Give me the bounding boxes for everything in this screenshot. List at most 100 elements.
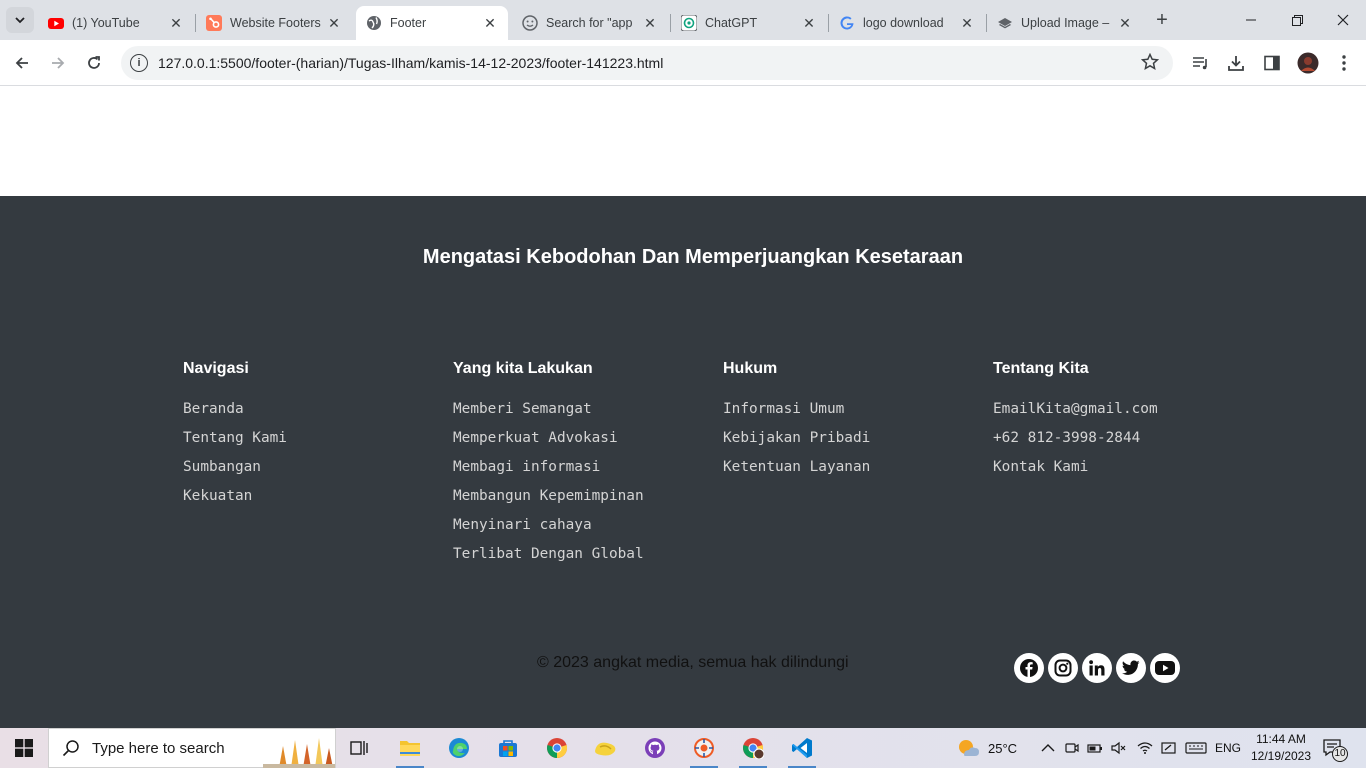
start-button[interactable] bbox=[0, 728, 48, 768]
footer-link-membangun-kepemimpinan[interactable]: Membangun Kepemimpinan bbox=[453, 487, 713, 516]
vscode-app[interactable] bbox=[778, 728, 826, 768]
new-tab-button[interactable]: + bbox=[1150, 8, 1174, 32]
forward-button[interactable] bbox=[44, 49, 72, 77]
tab-title: Search for "app bbox=[546, 16, 633, 30]
wifi-icon[interactable] bbox=[1137, 741, 1153, 755]
hubspot-icon bbox=[206, 15, 222, 31]
clock-date: 12/19/2023 bbox=[1250, 749, 1312, 763]
twitter-link[interactable] bbox=[1116, 653, 1146, 683]
store-icon bbox=[499, 740, 517, 757]
postman-app[interactable] bbox=[680, 728, 728, 768]
search-highlight-icon bbox=[263, 738, 335, 768]
site-info-icon[interactable]: i bbox=[130, 54, 148, 72]
tab-youtube[interactable]: (1) YouTube ✕ bbox=[38, 6, 194, 40]
edge-app[interactable] bbox=[435, 728, 483, 768]
footer-link-menyinari-cahaya[interactable]: Menyinari cahaya bbox=[453, 516, 713, 545]
footer-link-kekuatan[interactable]: Kekuatan bbox=[183, 487, 443, 516]
footer-link-list: Informasi Umum Kebijakan Pribadi Ketentu… bbox=[723, 400, 983, 487]
taskbar-search[interactable]: Type here to search bbox=[48, 728, 336, 768]
footer-column-yang-kita-lakukan: Yang kita Lakukan Memberi Semangat Mempe… bbox=[453, 360, 713, 574]
close-icon[interactable]: ✕ bbox=[959, 15, 975, 32]
tab-chatgpt[interactable]: ChatGPT ✕ bbox=[671, 6, 827, 40]
pen-workspace-icon[interactable] bbox=[1161, 741, 1177, 755]
footer-link-memberi-semangat[interactable]: Memberi Semangat bbox=[453, 400, 713, 429]
downloads-button[interactable] bbox=[1225, 52, 1247, 74]
footer-link-kebijakan-pribadi[interactable]: Kebijakan Pribadi bbox=[723, 429, 983, 458]
folder-icon bbox=[400, 741, 420, 756]
meet-now-icon[interactable] bbox=[1065, 740, 1079, 756]
instagram-link[interactable] bbox=[1048, 653, 1078, 683]
tab-title: Upload Image – bbox=[1021, 16, 1110, 30]
microsoft-store-app[interactable] bbox=[484, 728, 532, 768]
task-view-icon bbox=[350, 741, 368, 755]
column-title: Navigasi bbox=[183, 360, 249, 377]
back-button[interactable] bbox=[8, 49, 36, 77]
minimize-button[interactable] bbox=[1228, 0, 1274, 40]
column-title: Yang kita Lakukan bbox=[453, 360, 593, 377]
facebook-link[interactable] bbox=[1014, 653, 1044, 683]
footer-link-sumbangan[interactable]: Sumbangan bbox=[183, 458, 443, 487]
twitter-icon bbox=[1122, 660, 1140, 675]
close-icon[interactable]: ✕ bbox=[168, 15, 184, 32]
battery-icon[interactable] bbox=[1087, 741, 1103, 755]
reload-icon bbox=[88, 56, 100, 69]
tab-title: Website Footers bbox=[230, 16, 321, 30]
chrome-menu-button[interactable] bbox=[1333, 52, 1355, 74]
linkedin-link[interactable] bbox=[1082, 653, 1112, 683]
weather-widget[interactable]: 25°C bbox=[956, 728, 1017, 768]
footer-link-list: EmailKita@gmail.com +62 812-3998-2844 Ko… bbox=[993, 400, 1253, 487]
youtube-link[interactable] bbox=[1150, 653, 1180, 683]
footer-link-kontak-kami[interactable]: Kontak Kami bbox=[993, 458, 1253, 487]
chrome-window-app[interactable] bbox=[729, 728, 777, 768]
volume-muted-icon[interactable] bbox=[1111, 741, 1127, 755]
footer-link-ketentuan-layanan[interactable]: Ketentuan Layanan bbox=[723, 458, 983, 487]
notification-count-badge: 10 bbox=[1332, 746, 1348, 762]
profile-avatar[interactable] bbox=[1297, 52, 1319, 74]
close-icon[interactable]: ✕ bbox=[482, 15, 498, 32]
notification-center-button[interactable]: 10 bbox=[1322, 728, 1348, 768]
footer-link-phone[interactable]: +62 812-3998-2844 bbox=[993, 429, 1253, 458]
tab-upload-image[interactable]: Upload Image – ✕ bbox=[987, 6, 1143, 40]
bookmark-star-icon[interactable] bbox=[1141, 53, 1159, 71]
footer-link-terlibat-dengan-global[interactable]: Terlibat Dengan Global bbox=[453, 545, 713, 574]
playlist-icon bbox=[1193, 57, 1207, 70]
footer-link-tentang-kami[interactable]: Tentang Kami bbox=[183, 429, 443, 458]
chevron-up-icon[interactable] bbox=[1041, 743, 1055, 753]
close-icon[interactable]: ✕ bbox=[801, 15, 817, 32]
input-language[interactable]: ENG bbox=[1215, 741, 1241, 755]
tab-search-app[interactable]: Search for "app ✕ bbox=[512, 6, 668, 40]
reload-button[interactable] bbox=[80, 49, 108, 77]
tab-logo-download[interactable]: logo download ✕ bbox=[829, 6, 985, 40]
footer-link-beranda[interactable]: Beranda bbox=[183, 400, 443, 429]
address-bar[interactable]: i 127.0.0.1:5500/footer-(harian)/Tugas-I… bbox=[121, 46, 1173, 80]
footer-column-hukum: Hukum Informasi Umum Kebijakan Pribadi K… bbox=[723, 360, 983, 487]
system-clock[interactable]: 11:44 AM 12/19/2023 bbox=[1246, 731, 1316, 765]
close-icon[interactable]: ✕ bbox=[642, 15, 658, 32]
arrow-right-icon bbox=[52, 57, 65, 69]
restore-button[interactable] bbox=[1274, 0, 1320, 40]
minimize-icon bbox=[1246, 19, 1256, 21]
close-icon[interactable]: ✕ bbox=[326, 15, 342, 32]
tab-footer[interactable]: Footer ✕ bbox=[356, 6, 508, 40]
footer-link-memperkuat-advokasi[interactable]: Memperkuat Advokasi bbox=[453, 429, 713, 458]
tab-website-footers[interactable]: Website Footers ✕ bbox=[196, 6, 352, 40]
close-icon[interactable]: ✕ bbox=[1117, 15, 1133, 32]
keyboard-icon[interactable] bbox=[1185, 741, 1207, 755]
footer-link-informasi-umum[interactable]: Informasi Umum bbox=[723, 400, 983, 429]
media-control-button[interactable] bbox=[1190, 52, 1212, 74]
pinned-app-yellow[interactable] bbox=[582, 728, 630, 768]
tab-search-button[interactable] bbox=[6, 7, 34, 33]
weather-temperature: 25°C bbox=[988, 740, 1018, 756]
chrome-app[interactable] bbox=[533, 728, 581, 768]
file-explorer-app[interactable] bbox=[386, 728, 434, 768]
search-icon bbox=[62, 740, 79, 757]
close-window-button[interactable] bbox=[1320, 0, 1366, 40]
github-desktop-app[interactable] bbox=[631, 728, 679, 768]
side-panel-button[interactable] bbox=[1261, 52, 1283, 74]
github-icon bbox=[645, 738, 665, 758]
task-view-button[interactable] bbox=[336, 728, 384, 768]
footer-link-membagi-informasi[interactable]: Membagi informasi bbox=[453, 458, 713, 487]
windows-taskbar: Type here to search 25°C ENG 11:44 AM 12… bbox=[0, 728, 1366, 768]
bug-app-icon bbox=[694, 738, 714, 758]
footer-link-email[interactable]: EmailKita@gmail.com bbox=[993, 400, 1253, 429]
